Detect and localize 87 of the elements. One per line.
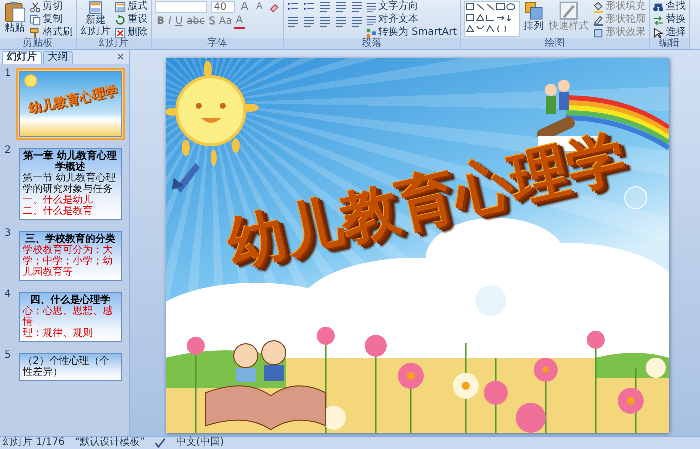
thumbnail-text: 学校教育可分为：大学；中学；小学；幼儿园教育等 xyxy=(22,245,114,278)
thumbnail-text: （2）个性心理（个性差异） xyxy=(22,356,110,378)
slide-number: 2 xyxy=(4,145,12,156)
delete-icon xyxy=(115,28,126,38)
arrange-button[interactable]: 排列 xyxy=(523,1,546,38)
thumbnail-title: 第一章 幼儿教育心理学概述 xyxy=(22,151,118,173)
format-button[interactable]: Aa xyxy=(217,16,234,28)
copy-button[interactable]: 复制 xyxy=(30,14,73,26)
cursor-icon xyxy=(653,28,664,38)
group-label: 编辑 xyxy=(650,38,690,49)
sun-drawing xyxy=(24,74,38,88)
reset-icon xyxy=(115,14,126,26)
thumbnail-text: 第一节 幼儿教育心理学的研究对象与任务 xyxy=(22,173,118,195)
line-spacing-icon[interactable] xyxy=(350,1,363,13)
align-center-icon[interactable] xyxy=(302,16,315,28)
slide-title: 幼儿教育心理学 xyxy=(222,125,632,279)
columns-icon[interactable] xyxy=(350,16,363,28)
group-label: 段落 xyxy=(284,38,460,49)
reset-button[interactable]: 重设 xyxy=(115,14,148,26)
brush-button[interactable]: 格式刷 xyxy=(30,27,73,39)
thumbnail-title: 四、什么是心理学 xyxy=(30,295,110,306)
thumbnail-text: 一、什么是幼儿 xyxy=(22,195,94,206)
thumbnail-text: 二、什么是教育 xyxy=(22,206,94,217)
decrease-indent-icon[interactable] xyxy=(318,1,331,13)
slide-number: 5 xyxy=(4,350,12,361)
binoculars-icon xyxy=(653,2,664,12)
format-button[interactable]: abc xyxy=(184,16,207,28)
cursor-button[interactable]: 选择 xyxy=(653,27,686,39)
panel-tab[interactable]: 幻灯片 xyxy=(2,51,42,64)
layout-button[interactable]: 版式 xyxy=(115,1,148,13)
scissors-icon xyxy=(30,2,41,12)
group-label: 绘图 xyxy=(461,38,650,49)
format-button[interactable]: I xyxy=(166,16,174,28)
language-indicator: 中文(中国) xyxy=(176,437,224,449)
thumbnail-title: 幼儿教育心理学 xyxy=(27,84,120,118)
align-text-icon xyxy=(366,14,377,26)
group-label: 字体 xyxy=(152,38,283,49)
spell-check-icon[interactable] xyxy=(155,438,166,448)
font-name-field[interactable] xyxy=(155,1,207,13)
justify-icon[interactable] xyxy=(334,16,347,28)
shrink-font-button[interactable]: A xyxy=(254,1,265,13)
bullet-list-icon[interactable] xyxy=(286,1,299,13)
new-slide-button[interactable]: 新建 幻灯片 xyxy=(80,1,112,38)
thumbnail-text: 理：规律、规则 xyxy=(22,328,94,339)
scissors-button[interactable]: 剪切 xyxy=(30,1,73,13)
clipboard-icon xyxy=(4,1,26,23)
align-left-icon[interactable] xyxy=(286,16,299,28)
numbered-list-icon[interactable] xyxy=(302,1,315,13)
font-size-field[interactable]: 40 xyxy=(211,1,235,13)
shape-gallery[interactable] xyxy=(464,1,520,37)
slide-number: 4 xyxy=(4,289,12,300)
binoculars-button[interactable]: 查找 xyxy=(653,1,686,13)
format-button[interactable]: B xyxy=(155,16,167,28)
thumbnail-title: 三、学校教育的分类 xyxy=(24,234,116,245)
fill-icon xyxy=(593,2,604,12)
slide-number: 3 xyxy=(4,228,12,239)
theme-name: “默认设计模板” xyxy=(75,437,146,449)
effects-icon xyxy=(593,28,604,38)
group-label: 幻灯片 xyxy=(77,38,151,49)
stacked-shapes-icon xyxy=(524,1,544,21)
increase-indent-icon[interactable] xyxy=(334,1,347,13)
slide-counter: 幻灯片 1/176 xyxy=(3,437,65,449)
text-direction-button[interactable]: 文字方向 xyxy=(366,1,458,13)
thumbnail-text: 心：心思、思想、感情 xyxy=(22,306,114,328)
format-button[interactable]: S xyxy=(206,16,218,28)
grow-font-button[interactable]: A xyxy=(239,1,251,13)
close-button[interactable]: × xyxy=(112,52,129,64)
group-label: 剪贴板 xyxy=(0,38,76,49)
layout-icon xyxy=(115,2,126,12)
text-direction-icon xyxy=(366,2,377,12)
outline-icon xyxy=(593,14,604,26)
replace-button[interactable]: 替换 xyxy=(653,14,686,26)
bubble-drawing xyxy=(624,186,648,210)
replace-icon xyxy=(653,14,664,26)
align-text-button[interactable]: 对齐文本 xyxy=(366,14,458,26)
smartart-icon xyxy=(366,28,377,38)
eraser-icon[interactable] xyxy=(268,2,280,12)
paste-button[interactable]: 粘贴 xyxy=(3,1,27,38)
align-right-icon[interactable] xyxy=(318,16,331,28)
bubble-drawing xyxy=(474,284,508,318)
format-button[interactable]: A xyxy=(234,15,246,29)
slide-icon xyxy=(89,1,103,15)
panel-tab[interactable]: 大纲 xyxy=(43,51,73,64)
smartart-button[interactable]: 转换为 SmartArt xyxy=(366,27,458,39)
format-button[interactable]: U xyxy=(174,16,185,28)
copy-icon xyxy=(30,14,41,26)
slide-number: 1 xyxy=(4,68,12,79)
